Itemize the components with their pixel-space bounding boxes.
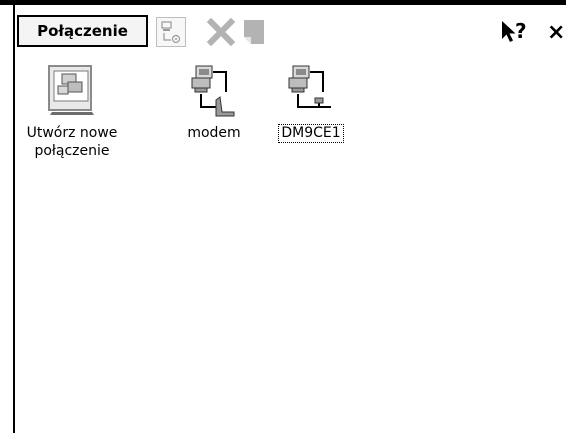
new-connection-label: Utwórz nowe połączenie bbox=[26, 125, 118, 159]
document-button[interactable] bbox=[239, 17, 269, 47]
new-connection-icon bbox=[48, 65, 94, 115]
connection-properties-button[interactable] bbox=[156, 17, 186, 47]
modem-connection-icon bbox=[191, 65, 235, 117]
help-pointer-icon: ? bbox=[502, 19, 527, 43]
delete-icon bbox=[206, 17, 236, 47]
close-icon: × bbox=[547, 20, 565, 45]
selected-label-box: DM9CE1 bbox=[278, 124, 344, 143]
close-button[interactable]: × bbox=[547, 17, 566, 47]
delete-button[interactable] bbox=[206, 17, 236, 47]
dm9ce1-label: DM9CE1 bbox=[256, 124, 366, 143]
help-button[interactable]: ? bbox=[499, 17, 529, 47]
connection-menu-button[interactable]: Połączenie bbox=[17, 15, 148, 47]
connection-properties-icon bbox=[161, 21, 181, 44]
new-connection-item[interactable]: Utwórz nowe połączenie bbox=[17, 62, 127, 172]
network-connection-item[interactable]: DM9CE1 bbox=[256, 62, 366, 152]
modem-label: modem bbox=[187, 125, 241, 141]
svg-text:×: × bbox=[547, 20, 565, 45]
network-connection-icon bbox=[288, 65, 331, 108]
toolbar: Połączenie ? × bbox=[15, 5, 566, 53]
document-icon bbox=[244, 20, 264, 44]
svg-text:?: ? bbox=[515, 19, 527, 43]
modem-connection-item[interactable]: modem bbox=[159, 62, 269, 152]
window-left-border bbox=[13, 5, 15, 433]
